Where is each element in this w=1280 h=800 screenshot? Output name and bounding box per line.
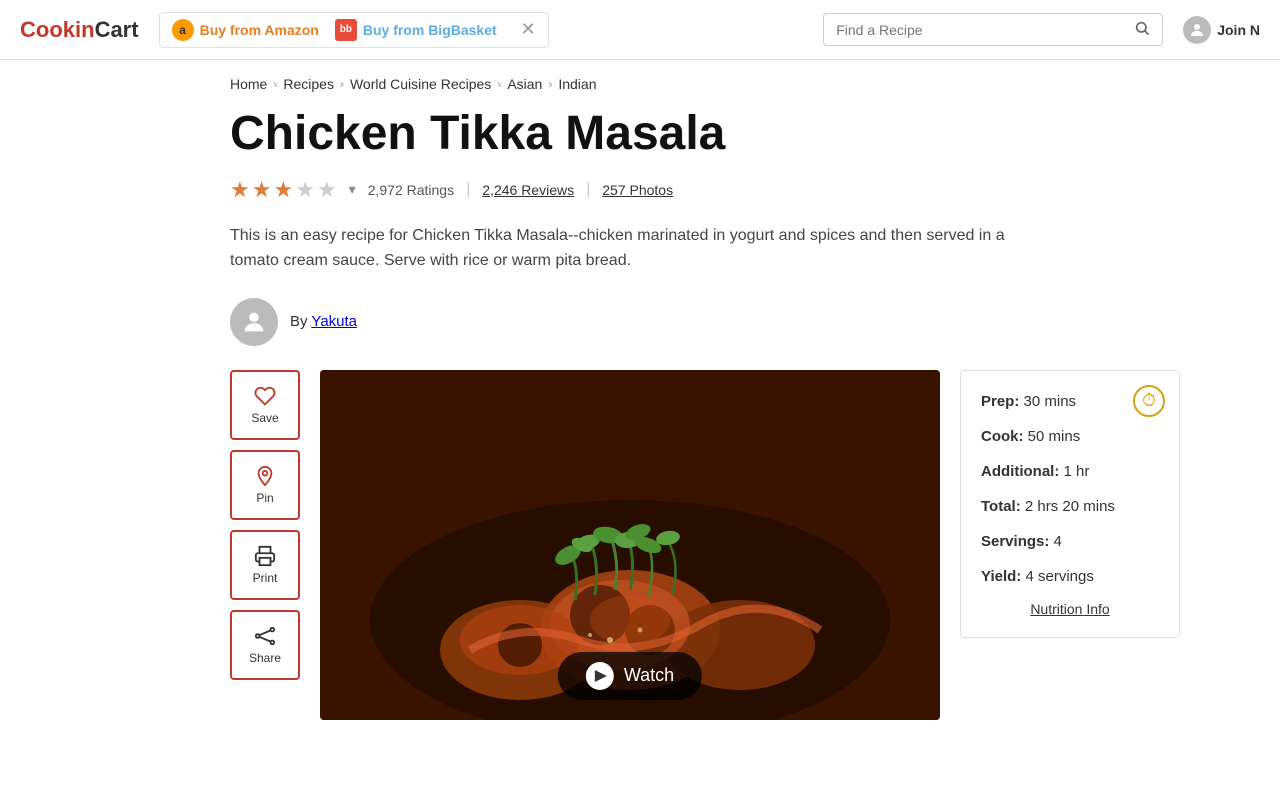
save-button[interactable]: Save — [230, 370, 300, 440]
rating-row: ★ ★ ★ ★ ★ ▾ 2,972 Ratings | 2,246 Review… — [230, 177, 1050, 203]
pin-button[interactable]: Pin — [230, 450, 300, 520]
breadcrumb-sep-2: › — [340, 77, 344, 91]
yield-value: 4 servings — [1025, 568, 1093, 585]
amazon-icon: a — [172, 19, 194, 41]
watch-label: Watch — [624, 665, 674, 686]
bigbasket-icon: bb — [335, 19, 357, 41]
additional-label: Additional: — [981, 463, 1059, 480]
breadcrumb-home[interactable]: Home — [230, 76, 267, 92]
author-name: By Yakuta — [290, 313, 357, 330]
join-button[interactable]: Join N — [1183, 16, 1260, 44]
breadcrumb-sep-3: › — [497, 77, 501, 91]
close-buy-bar-button[interactable]: ✕ — [521, 19, 536, 40]
share-label: Share — [249, 651, 281, 665]
buy-amazon-label: Buy from Amazon — [200, 22, 319, 38]
search-bar — [823, 13, 1163, 46]
play-icon — [586, 662, 614, 690]
action-buttons: Save Pin Print — [230, 370, 300, 680]
recipe-description: This is an easy recipe for Chicken Tikka… — [230, 223, 1050, 274]
share-icon — [254, 625, 276, 647]
author-row: By Yakuta — [230, 298, 1050, 346]
cook-value: 50 mins — [1028, 428, 1081, 445]
pin-icon — [254, 465, 276, 487]
search-input[interactable] — [836, 22, 1134, 38]
breadcrumb-asian[interactable]: Asian — [507, 76, 542, 92]
cook-row: Cook: 50 mins — [981, 426, 1159, 447]
yield-row: Yield: 4 servings — [981, 566, 1159, 587]
author-by: By — [290, 313, 308, 330]
total-value: 2 hrs 20 mins — [1025, 498, 1115, 515]
user-avatar-icon — [1183, 16, 1211, 44]
author-avatar — [230, 298, 278, 346]
additional-value: 1 hr — [1064, 463, 1090, 480]
photos-link[interactable]: 257 Photos — [602, 182, 673, 198]
heart-icon — [254, 385, 276, 407]
header: CookinCart a Buy from Amazon bb Buy from… — [0, 0, 1280, 60]
prep-label: Prep: — [981, 393, 1019, 410]
info-box: ⏱ Prep: 30 mins Cook: 50 mins Additional… — [960, 370, 1180, 638]
pin-label: Pin — [256, 491, 273, 505]
star-1: ★ — [230, 177, 250, 203]
save-label: Save — [251, 411, 278, 425]
star-2: ★ — [252, 177, 272, 203]
breadcrumb: Home › Recipes › World Cuisine Recipes ›… — [0, 60, 1280, 108]
breadcrumb-world-cuisine[interactable]: World Cuisine Recipes — [350, 76, 491, 92]
yield-label: Yield: — [981, 568, 1021, 585]
buy-bigbasket-label: Buy from BigBasket — [363, 22, 497, 38]
star-rating: ★ ★ ★ ★ ★ — [230, 177, 337, 203]
print-icon — [254, 545, 276, 567]
servings-row: Servings: 4 — [981, 531, 1159, 552]
cook-label: Cook: — [981, 428, 1024, 445]
buy-bar: a Buy from Amazon bb Buy from BigBasket … — [159, 12, 549, 48]
recipe-image: Watch — [320, 370, 940, 720]
site-logo[interactable]: CookinCart — [20, 17, 139, 43]
star-3: ★ — [273, 177, 293, 203]
divider-1: | — [466, 181, 470, 199]
star-5: ★ — [317, 177, 337, 203]
additional-row: Additional: 1 hr — [981, 461, 1159, 482]
search-icon — [1134, 20, 1150, 36]
star-4: ★ — [295, 177, 315, 203]
breadcrumb-indian[interactable]: Indian — [558, 76, 596, 92]
watch-button[interactable]: Watch — [558, 652, 702, 700]
share-button[interactable]: Share — [230, 610, 300, 680]
breadcrumb-sep-4: › — [548, 77, 552, 91]
print-button[interactable]: Print — [230, 530, 300, 600]
search-button[interactable] — [1134, 20, 1150, 39]
print-label: Print — [253, 571, 278, 585]
servings-value: 4 — [1054, 533, 1062, 550]
nutrition-info-link[interactable]: Nutrition Info — [981, 601, 1159, 617]
breadcrumb-sep-1: › — [273, 77, 277, 91]
ratings-count: 2,972 Ratings — [368, 182, 454, 198]
star-dropdown-button[interactable]: ▾ — [349, 181, 356, 198]
buy-bigbasket-link[interactable]: bb Buy from BigBasket — [335, 19, 497, 41]
recipe-title: Chicken Tikka Masala — [230, 108, 1050, 161]
prep-value: 30 mins — [1024, 393, 1077, 410]
content-row: Save Pin Print — [230, 370, 1050, 720]
divider-2: | — [586, 181, 590, 199]
author-link[interactable]: Yakuta — [311, 313, 357, 330]
breadcrumb-recipes[interactable]: Recipes — [283, 76, 334, 92]
join-label: Join N — [1217, 22, 1260, 38]
reviews-link[interactable]: 2,246 Reviews — [482, 182, 574, 198]
total-label: Total: — [981, 498, 1021, 515]
servings-label: Servings: — [981, 533, 1049, 550]
main-content: Chicken Tikka Masala ★ ★ ★ ★ ★ ▾ 2,972 R… — [0, 108, 1280, 720]
buy-amazon-link[interactable]: a Buy from Amazon — [172, 19, 319, 41]
timer-icon: ⏱ — [1133, 385, 1165, 417]
total-row: Total: 2 hrs 20 mins — [981, 496, 1159, 517]
